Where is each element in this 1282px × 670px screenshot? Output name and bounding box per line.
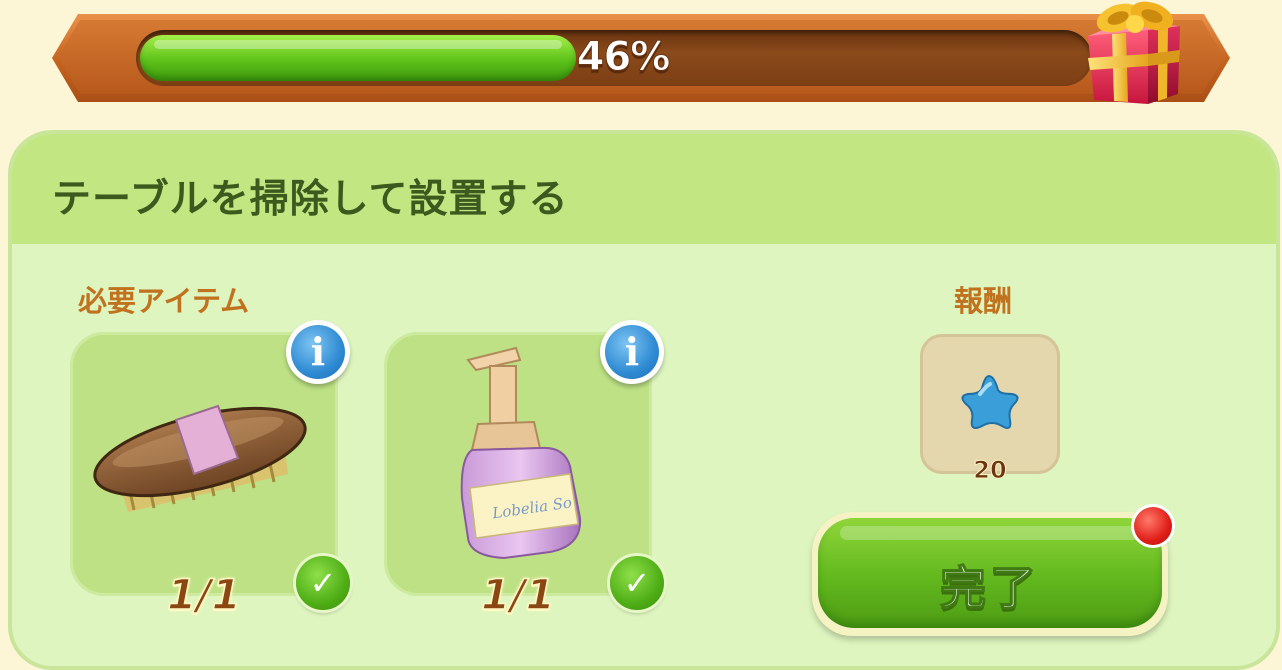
quest-header: テーブルを掃除して設置する [12, 134, 1276, 244]
brush-icon [93, 404, 307, 512]
required-item-card-soap[interactable]: Lobelia So i ✓ [384, 320, 664, 610]
progress-percent: 46% [576, 34, 671, 81]
check-icon: ✓ [296, 556, 350, 610]
notification-dot [1134, 507, 1172, 545]
item-count-brush: 1/1 [166, 569, 241, 620]
complete-button[interactable]: 完了 [812, 512, 1168, 636]
gift-box-icon[interactable] [1082, 0, 1186, 110]
info-icon: i [605, 325, 659, 379]
reward-amount: 20 [973, 456, 1007, 485]
info-button[interactable]: i [286, 320, 350, 384]
required-item-card-brush[interactable]: i ✓ [70, 320, 350, 610]
check-icon: ✓ [610, 556, 664, 610]
complete-button-label: 完了 [939, 560, 1040, 616]
quest-panel: テーブルを掃除して設置する 必要アイテム 報酬 i ✓ 1/1 Lobelia … [8, 130, 1280, 670]
complete-button-face: 完了 [818, 518, 1162, 628]
blue-star-icon [961, 374, 1019, 429]
reward-label: 報酬 [954, 284, 1013, 318]
soap-bottle-icon: Lobelia So [460, 346, 582, 560]
info-button[interactable]: i [600, 320, 664, 384]
required-items-label: 必要アイテム [78, 284, 250, 318]
info-icon: i [291, 325, 345, 379]
reward-card[interactable] [920, 334, 1060, 474]
quest-title: テーブルを掃除して設置する [52, 177, 569, 222]
item-count-soap: 1/1 [480, 569, 555, 620]
progress-bar-fill [140, 35, 576, 81]
